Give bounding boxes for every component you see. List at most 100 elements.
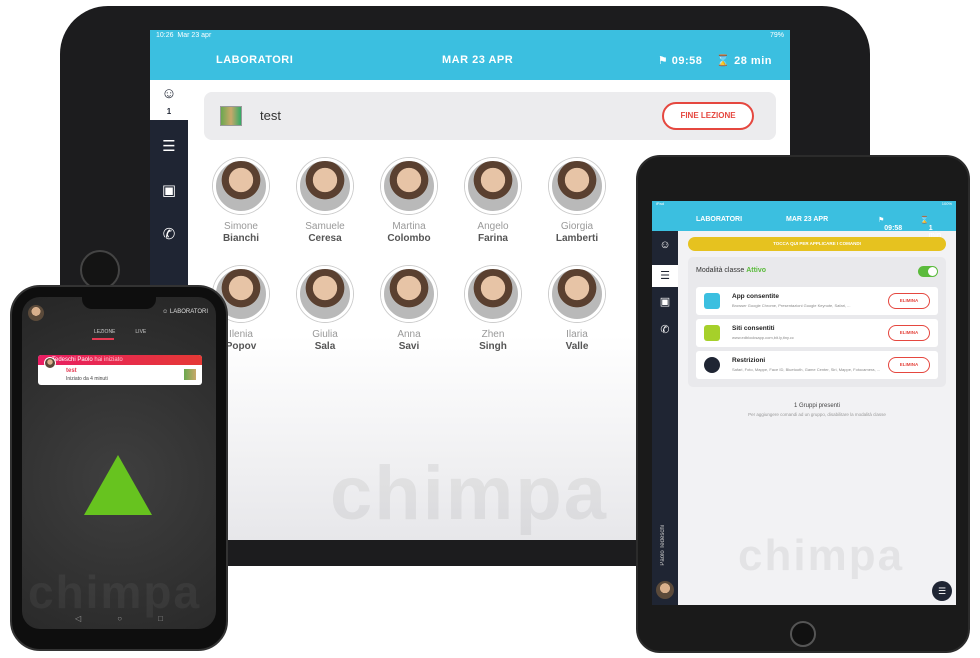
end-lesson-button[interactable]: FINE LEZIONE [662,102,754,130]
class-mode-state: Attivo [746,267,767,274]
duration: ⌛ 28 min [716,54,772,67]
user-name: Paolo Tedeschi [660,525,666,566]
student-last-name: Ceresa [308,233,342,244]
row-title: Siti consentiti [732,325,775,332]
notification-bar: Tedeschi Paolo hai iniziato [38,355,202,365]
smartphone: ☺ LABORATORI LEZIONE LIVE Tedeschi Paolo… [10,285,228,651]
apply-commands-banner[interactable]: TOCCA QUI PER APPLICARE I COMANDI [688,237,946,251]
delete-button[interactable]: ELIMINA [888,357,930,373]
phone-icon[interactable]: ✆ [158,224,180,246]
command-row[interactable]: Siti consentiti www.edblocksapp.com,bit.… [696,319,938,347]
recents-icon[interactable]: □ [158,614,163,623]
list-icon[interactable]: ☰ [158,136,180,158]
restriction-icon [704,357,720,373]
student-first-name: Martina [392,221,426,232]
student-first-name: Zhen [481,329,505,340]
brand-watermark: chimpa [28,566,202,618]
brand-watermark: chimpa [330,451,609,536]
student-card[interactable]: Ilaria Valle [542,266,612,352]
phone-icon[interactable]: ✆ [656,323,674,336]
small-tablet-screen: iPad 100% LABORATORI MAR 23 APR ⚑ 09:58 ⌛… [652,201,956,605]
user-avatar[interactable] [656,581,674,599]
phone-notch [82,297,156,309]
header-clock: ⚑ 09:58 [878,217,903,232]
tablet-home-button[interactable] [790,621,816,647]
student-last-name: Savi [398,341,420,352]
command-row[interactable]: App consentite Browser Google Chrome, Pr… [696,287,938,315]
header-clock: 09:58 [671,54,703,67]
user-icon: ☺ [162,309,169,315]
student-first-name: Anna [397,329,421,340]
status-time: 10:26 [156,31,174,39]
student-card[interactable]: Martina Colombo [374,158,444,244]
delete-button[interactable]: ELIMINA [888,325,930,341]
home-icon[interactable]: ○ [117,614,122,623]
lesson-notification[interactable]: Tedeschi Paolo hai iniziato test Iniziat… [38,355,202,385]
phone-label: ☺ LABORATORI [162,309,208,315]
app-header: LABORATORI MAR 23 APR ⚑ 09:58 ⌛ 1 min [652,207,956,239]
lesson-name: test [260,108,281,123]
avatar [297,266,353,322]
header-duration: 28 min [734,54,772,67]
row-subtitle: Browser Google Chrome, Presentazioni Goo… [732,303,851,308]
student-card[interactable]: Giulia Sala [290,266,360,352]
shield-icon [704,325,720,341]
row-subtitle: www.edblocksapp.com,bit.ly,tiny.cc [732,335,794,340]
groups-hint: Per aggiungere comandi ad un gruppo, dis… [748,412,886,417]
avatar [381,266,437,322]
delete-button[interactable]: ELIMINA [888,293,930,309]
student-first-name: Simone [224,221,258,232]
student-card[interactable]: Anna Savi [374,266,444,352]
phone-label-text: LABORATORI [169,309,208,315]
lesson-thumbnail [184,369,196,380]
back-icon[interactable]: ◁ [75,614,81,623]
class-mode-label: Modalità classe Attivo [696,267,766,274]
student-first-name: Giulia [312,329,338,340]
student-card[interactable]: Simone Bianchi [206,158,276,244]
groups-title: 1 Gruppi presenti [793,403,841,409]
student-card[interactable]: Giorgia Lamberti [542,158,612,244]
class-mode-toggle[interactable] [918,266,938,277]
student-first-name: Giorgia [560,221,594,232]
status-battery: 79% [769,31,784,39]
student-last-name: Lamberti [555,233,599,244]
tab-indicator [92,338,114,340]
tablet-home-button[interactable] [80,250,120,290]
list-icon[interactable]: ☰ [652,265,678,287]
brand-watermark: chimpa [738,531,905,580]
hourglass-icon: ⌛ [716,54,731,67]
flag-icon: ⚑ [657,54,669,67]
students-icon[interactable]: ☺ [656,239,674,251]
student-card[interactable]: Samuele Ceresa [290,158,360,244]
header-clock-text: 09:58 [884,225,903,232]
avatar [381,158,437,214]
menu-fab-icon[interactable]: ☰ [932,581,952,601]
status-date: Mar 23 apr [177,31,212,39]
tab-live[interactable]: LIVE [135,329,146,335]
lesson-thumbnail [220,106,242,126]
student-card[interactable]: Angelo Farina [458,158,528,244]
lesson-bar: test FINE LEZIONE [204,92,776,140]
tab-lesson[interactable]: LEZIONE [94,329,115,335]
header-date: MAR 23 APR [442,54,514,66]
avatar[interactable] [28,305,44,321]
avatar [213,158,269,214]
student-last-name: Valle [565,341,589,352]
student-card[interactable]: Zhen Singh [458,266,528,352]
student-last-name: Singh [479,341,507,352]
screen-icon[interactable]: ▣ [158,180,180,202]
status-bar: 10:26 Mar 23 apr 79% [150,30,790,40]
android-nav: ◁ ○ □ [22,614,216,623]
student-last-name: Sala [314,341,336,352]
avatar [465,158,521,214]
notification-suffix: hai iniziato [94,357,123,363]
command-row[interactable]: Restrizioni Safari, Foto, Mappe, Face ID… [696,351,938,379]
header-date: MAR 23 APR [786,216,829,223]
student-first-name: Ilaria [566,329,588,340]
screen-icon[interactable]: ▣ [656,295,674,308]
play-triangle-icon [84,455,152,515]
class-mode-panel: Modalità classe Attivo App consentite Br… [688,257,946,387]
row-title: App consentite [732,293,779,300]
student-first-name: Samuele [305,221,345,232]
student-last-name: Colombo [387,233,431,244]
